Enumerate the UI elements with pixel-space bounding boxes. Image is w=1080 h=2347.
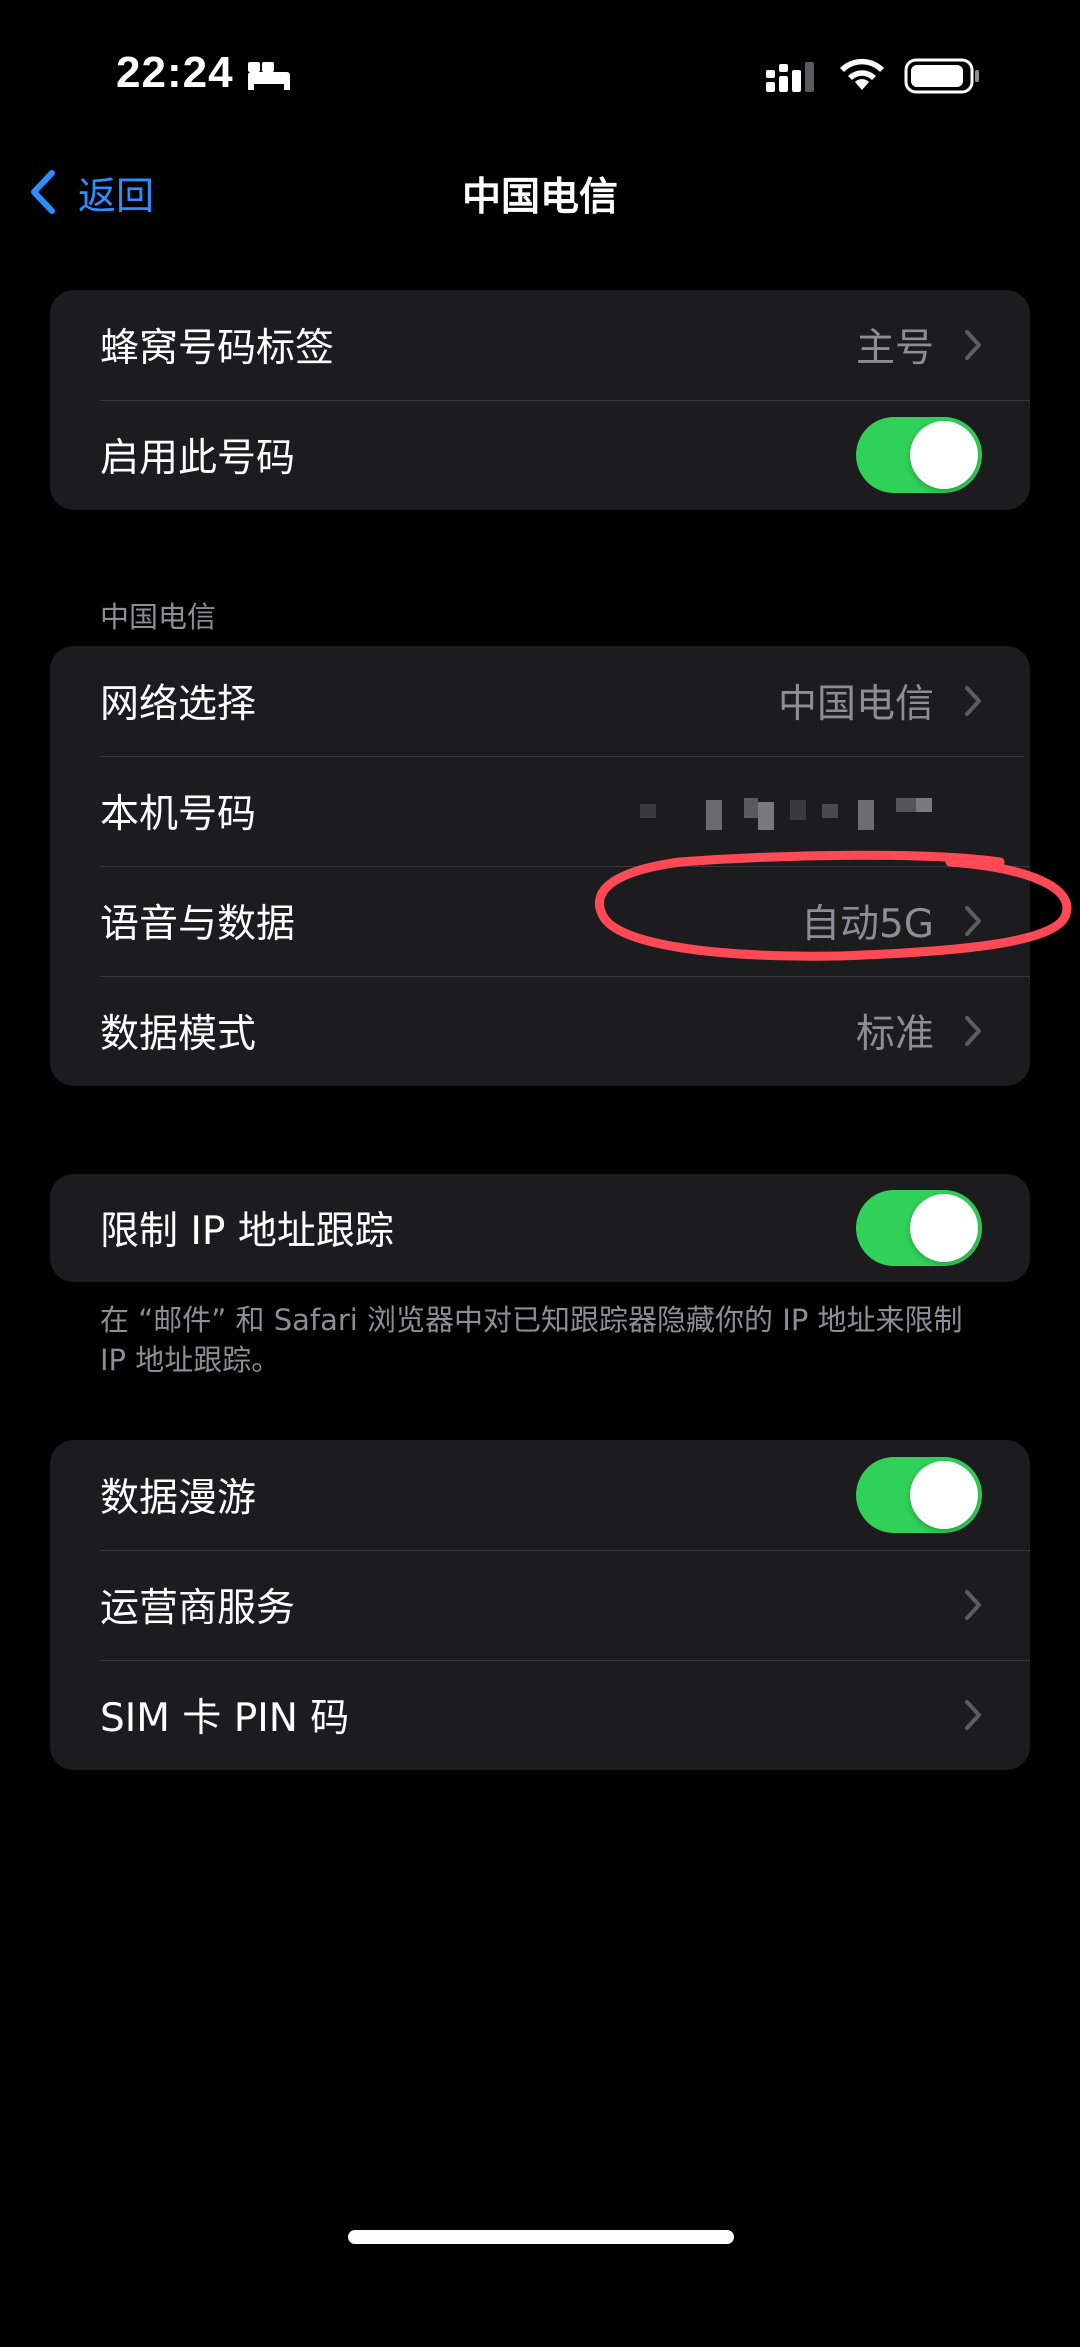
page-title: 中国电信	[461, 175, 618, 220]
ip-tracking-group: 限制 IP 地址跟踪	[50, 1174, 1030, 1282]
row-label: 运营商服务	[100, 1586, 296, 1631]
row-value: 中国电信	[777, 682, 934, 727]
row-label: 数据模式	[100, 1012, 257, 1057]
chevron-right-icon	[965, 686, 981, 716]
row-label: SIM 卡 PIN 码	[100, 1696, 350, 1741]
number-settings-group: 蜂窝号码标签 主号 启用此号码	[50, 290, 1030, 510]
home-indicator[interactable]	[348, 2230, 734, 2244]
sim-pin-row[interactable]: SIM 卡 PIN 码	[50, 1660, 1030, 1770]
status-time: 22:24	[116, 48, 234, 97]
row-label: 限制 IP 地址跟踪	[100, 1209, 394, 1254]
chevron-right-icon	[965, 906, 981, 936]
row-label: 蜂窝号码标签	[100, 326, 335, 371]
row-label: 网络选择	[100, 682, 257, 727]
my-number-row[interactable]: 本机号码	[50, 756, 1030, 866]
toggle-knob	[910, 1461, 978, 1529]
data-mode-row[interactable]: 数据模式 标准	[50, 976, 1030, 1086]
chevron-right-icon	[965, 330, 981, 360]
status-bar: 22:24	[0, 0, 1080, 150]
row-label: 数据漫游	[100, 1476, 257, 1521]
limit-ip-tracking-row: 限制 IP 地址跟踪	[50, 1174, 1030, 1282]
carrier-services-row[interactable]: 运营商服务	[50, 1550, 1030, 1660]
limit-ip-tracking-toggle[interactable]	[856, 1190, 982, 1266]
row-label: 本机号码	[100, 792, 257, 837]
row-label: 启用此号码	[100, 436, 296, 481]
carrier-group: 网络选择 中国电信 本机号码 语音与数据 自动5G 数据模式 标准	[50, 646, 1030, 1086]
chevron-right-icon	[965, 1700, 981, 1730]
data-roaming-row: 数据漫游	[50, 1440, 1030, 1550]
wifi-icon	[840, 58, 884, 90]
enable-number-toggle[interactable]	[856, 417, 982, 493]
chevron-right-icon	[965, 1016, 981, 1046]
pixelated-phone-number	[640, 798, 932, 830]
battery-icon	[904, 58, 979, 94]
roaming-group: 数据漫游 运营商服务 SIM 卡 PIN 码	[50, 1440, 1030, 1770]
sleep-mode-icon	[248, 62, 290, 90]
row-value: 自动5G	[800, 902, 934, 947]
network-selection-row[interactable]: 网络选择 中国电信	[50, 646, 1030, 756]
ip-tracking-footer: 在 “邮件” 和 Safari 浏览器中对已知跟踪器隐藏你的 IP 地址来限制 …	[100, 1303, 963, 1377]
toggle-knob	[910, 1194, 978, 1262]
row-value: 标准	[855, 1012, 934, 1057]
toggle-knob	[910, 421, 978, 489]
cellular-signal-icon	[766, 62, 814, 92]
carrier-section-header: 中国电信	[100, 600, 217, 634]
scroll-indicator	[1024, 756, 1030, 842]
enable-number-row: 启用此号码	[50, 400, 1030, 510]
data-roaming-toggle[interactable]	[856, 1457, 982, 1533]
row-label: 语音与数据	[100, 902, 296, 947]
cellular-number-label-row[interactable]: 蜂窝号码标签 主号	[50, 290, 1030, 400]
voice-and-data-row[interactable]: 语音与数据 自动5G	[50, 866, 1030, 976]
chevron-right-icon	[965, 1590, 981, 1620]
row-value: 主号	[855, 326, 934, 371]
